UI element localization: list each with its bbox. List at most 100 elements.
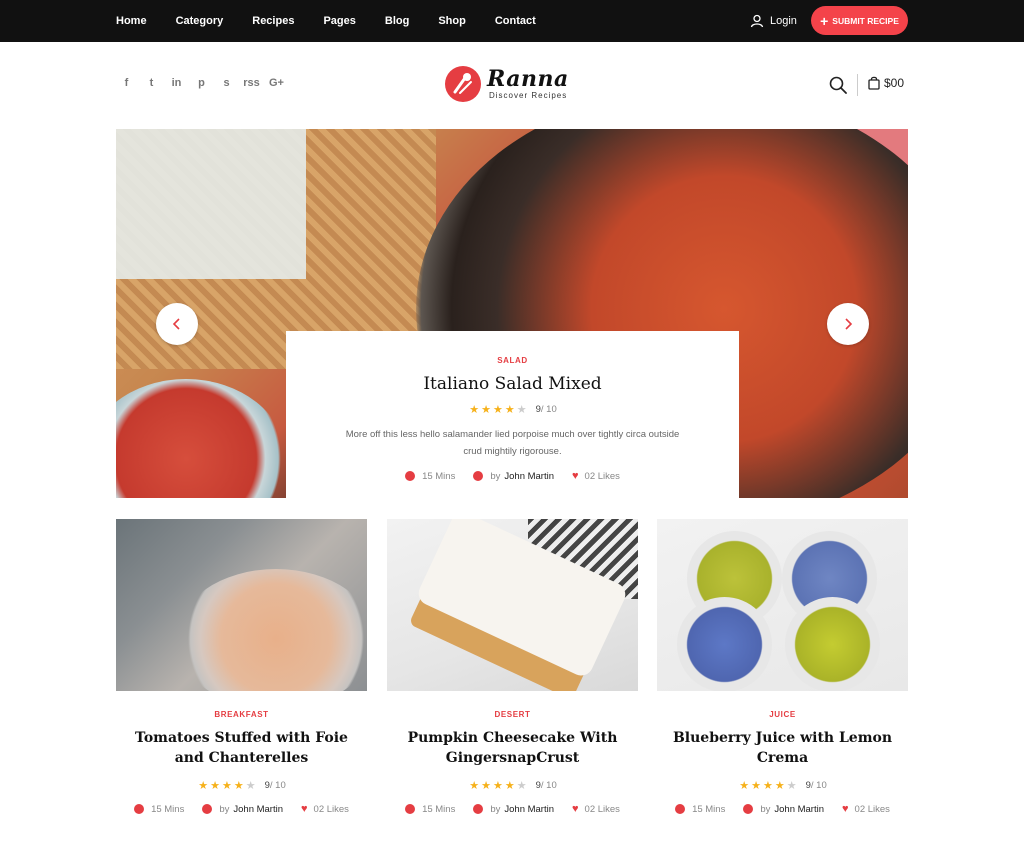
- hero-category[interactable]: SALAD: [286, 356, 739, 365]
- recipe-author[interactable]: by John Martin: [743, 804, 824, 815]
- slider-next-button[interactable]: [827, 303, 869, 345]
- submit-recipe-button[interactable]: + SUBMIT RECIPE: [811, 6, 908, 35]
- recipe-category[interactable]: DESERT: [387, 710, 638, 719]
- recipe-likes[interactable]: ♥ 02 Likes: [301, 803, 349, 815]
- nav-contact[interactable]: Contact: [495, 15, 536, 27]
- nav-shop[interactable]: Shop: [438, 15, 466, 27]
- star-icon: ★: [762, 780, 773, 792]
- recipe-score: 9/ 10: [805, 780, 827, 791]
- recipe-likes[interactable]: ♥ 02 Likes: [572, 803, 620, 815]
- nav-pages[interactable]: Pages: [323, 15, 355, 27]
- hero-rating: ★ ★ ★ ★ ★ 9/ 10: [286, 403, 739, 416]
- cart-button[interactable]: $00: [868, 76, 904, 90]
- heart-icon: ♥: [301, 803, 308, 815]
- recipe-time: 15 Mins: [405, 804, 455, 815]
- recipe-meta: 15 Mins by John Martin ♥ 02 Likes: [657, 803, 908, 815]
- hero-meta: 15 Mins by John Martin ♥ 02 Likes: [286, 470, 739, 482]
- recipe-title[interactable]: Blueberry Juice with Lemon Crema: [668, 728, 898, 768]
- logo-name: Ranna: [487, 66, 569, 92]
- star-icon: ★: [504, 780, 515, 792]
- star-icon: ★: [504, 404, 515, 416]
- star-icon: ★: [198, 780, 209, 792]
- star-icon: ★: [233, 780, 244, 792]
- nav-category[interactable]: Category: [176, 15, 224, 27]
- heart-icon: ♥: [572, 470, 579, 482]
- recipe-score: 9/ 10: [535, 780, 557, 791]
- star-empty-icon: ★: [786, 780, 797, 792]
- recipe-rating: ★ ★ ★ ★ ★ 9/ 10: [657, 779, 908, 792]
- facebook-icon[interactable]: f: [114, 77, 139, 89]
- clock-icon: [134, 804, 145, 814]
- skype-icon[interactable]: s: [214, 77, 239, 89]
- star-icon: ★: [492, 404, 503, 416]
- recipe-likes[interactable]: ♥ 02 Likes: [842, 803, 890, 815]
- user-icon: [750, 14, 764, 28]
- login-label: Login: [770, 15, 797, 27]
- recipe-image[interactable]: [116, 519, 367, 691]
- recipe-rating: ★ ★ ★ ★ ★ 9/ 10: [387, 779, 638, 792]
- star-icon: ★: [739, 780, 750, 792]
- main-nav: Home Category Recipes Pages Blog Shop Co…: [116, 0, 565, 42]
- hero-photo-bowl: [116, 379, 286, 498]
- site-logo[interactable]: Ranna Discover Recipes: [445, 66, 585, 104]
- star-empty-icon: ★: [245, 780, 256, 792]
- star-icon: ★: [221, 780, 232, 792]
- recipe-time: 15 Mins: [675, 804, 725, 815]
- hero-photo-napkin: [116, 129, 306, 279]
- header-divider: [857, 74, 858, 96]
- user-icon: [202, 804, 213, 814]
- recipe-meta: 15 Mins by John Martin ♥ 02 Likes: [387, 803, 638, 815]
- shopping-bag-icon: [868, 76, 880, 90]
- hero-time: 15 Mins: [405, 471, 455, 482]
- hero-description: More off this less hello salamander lied…: [345, 429, 680, 457]
- recipe-rating: ★ ★ ★ ★ ★ 9/ 10: [116, 779, 367, 792]
- top-navbar: Home Category Recipes Pages Blog Shop Co…: [0, 0, 1024, 42]
- logo-mark-icon: [445, 66, 481, 102]
- pinterest-icon[interactable]: p: [189, 77, 214, 89]
- logo-tagline: Discover Recipes: [489, 91, 568, 100]
- chevron-right-icon: [845, 318, 853, 330]
- recipe-title[interactable]: Tomatoes Stuffed with Foie and Chanterel…: [127, 728, 357, 768]
- user-icon: [473, 471, 484, 481]
- recipe-image[interactable]: [657, 519, 908, 691]
- nav-recipes[interactable]: Recipes: [252, 15, 294, 27]
- recipe-card: DESERT Pumpkin Cheesecake With Gingersna…: [387, 519, 638, 815]
- heart-icon: ♥: [842, 803, 849, 815]
- google-plus-icon[interactable]: G+: [264, 77, 289, 89]
- submit-recipe-label: SUBMIT RECIPE: [832, 15, 899, 26]
- recipe-title[interactable]: Pumpkin Cheesecake With GingersnapCrust: [398, 728, 628, 768]
- star-icon: ★: [469, 404, 480, 416]
- recipe-category[interactable]: JUICE: [657, 710, 908, 719]
- hero-title[interactable]: Italiano Salad Mixed: [286, 374, 739, 394]
- star-icon: ★: [492, 780, 503, 792]
- recipe-author[interactable]: by John Martin: [473, 804, 554, 815]
- recipe-image[interactable]: [387, 519, 638, 691]
- rss-icon[interactable]: rss: [239, 77, 264, 89]
- clock-icon: [405, 804, 416, 814]
- twitter-icon[interactable]: t: [139, 77, 164, 89]
- hero-likes[interactable]: ♥ 02 Likes: [572, 470, 620, 482]
- star-icon: ★: [210, 780, 220, 792]
- recipe-category[interactable]: BREAKFAST: [116, 710, 367, 719]
- recipe-card: BREAKFAST Tomatoes Stuffed with Foie and…: [116, 519, 367, 815]
- star-empty-icon: ★: [516, 404, 527, 416]
- login-link[interactable]: Login: [750, 12, 797, 30]
- heart-icon: ♥: [572, 803, 579, 815]
- nav-blog[interactable]: Blog: [385, 15, 409, 27]
- nav-home[interactable]: Home: [116, 15, 147, 27]
- search-icon[interactable]: [829, 76, 847, 99]
- user-icon: [473, 804, 484, 814]
- chevron-left-icon: [172, 318, 180, 330]
- clock-icon: [405, 471, 416, 481]
- slider-prev-button[interactable]: [156, 303, 198, 345]
- recipe-card: JUICE Blueberry Juice with Lemon Crema ★…: [657, 519, 908, 815]
- linkedin-icon[interactable]: in: [164, 77, 189, 89]
- recipe-time: 15 Mins: [134, 804, 184, 815]
- cart-total: $00: [884, 76, 905, 90]
- star-icon: ★: [751, 780, 761, 792]
- hero-author[interactable]: by John Martin: [473, 471, 554, 482]
- star-empty-icon: ★: [516, 780, 527, 792]
- recipe-meta: 15 Mins by John Martin ♥ 02 Likes: [116, 803, 367, 815]
- star-icon: ★: [774, 780, 785, 792]
- recipe-author[interactable]: by John Martin: [202, 804, 283, 815]
